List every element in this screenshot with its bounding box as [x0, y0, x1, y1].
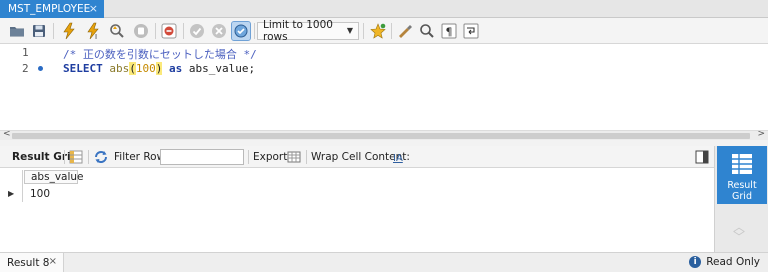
side-label-line1: Result — [727, 180, 757, 191]
grid-view-icon — [732, 154, 752, 174]
result-toolbar: Result Grid Filter Rows: Export: Wrap Ce… — [0, 146, 714, 168]
read-only-status: i Read Only — [689, 256, 760, 268]
export-icon[interactable] — [286, 149, 302, 165]
svg-text:I: I — [95, 33, 97, 40]
toolbar-separator — [155, 23, 156, 39]
line-number: 2 — [22, 62, 29, 75]
current-row-marker-icon: ▶ — [8, 189, 15, 198]
toolbar-separator — [248, 150, 249, 164]
stop-icon[interactable] — [132, 22, 150, 40]
find-icon[interactable] — [418, 22, 436, 40]
close-tab-icon[interactable]: × — [89, 2, 98, 15]
toolbar-separator — [391, 23, 392, 39]
table-cell[interactable]: 100 — [24, 187, 78, 202]
column-alias: abs_value; — [188, 62, 256, 75]
close-result-tab-icon[interactable]: × — [49, 256, 57, 267]
read-only-label: Read Only — [706, 256, 760, 268]
toolbar-separator — [254, 23, 255, 39]
result-tab-label: Result 8 — [7, 256, 50, 269]
status-bar: Result 8 × i Read Only — [0, 252, 768, 272]
info-icon: i — [689, 256, 702, 268]
side-scroll-arrows-icon[interactable]: ︿ ﹀ — [733, 221, 745, 243]
limit-rows-value: Limit to 1000 rows — [263, 19, 333, 43]
wrap-cell-toggle-icon[interactable]: IA — [392, 149, 408, 165]
svg-text:IA: IA — [393, 153, 403, 164]
tab-strip: MST_EMPLOYEE × — [0, 0, 768, 18]
refresh-icon[interactable] — [93, 149, 109, 165]
wrap-icon[interactable] — [462, 22, 480, 40]
toolbar-separator — [183, 23, 184, 39]
toolbar-separator — [64, 150, 65, 164]
toggle-error-icon[interactable] — [160, 22, 178, 40]
row-header-divider — [22, 170, 23, 202]
function-name: abs — [109, 62, 130, 75]
limit-rows-select[interactable]: Limit to 1000 rows ▼ — [257, 19, 359, 43]
line-gutter: 1 2 — [0, 44, 52, 130]
sql-editor[interactable]: 1 2 /* 正の数を引数にセットした場合 */ SELECT abs(100)… — [0, 44, 768, 130]
scrollbar-thumb[interactable] — [12, 133, 750, 139]
statement-marker-icon — [38, 66, 43, 71]
invisible-chars-icon[interactable]: ¶ — [440, 22, 458, 40]
code-line-select: SELECT abs(100) as abs_value; — [63, 62, 255, 75]
open-folder-icon[interactable] — [8, 22, 26, 40]
result-grid[interactable]: abs_value ▶ 100 — [0, 168, 714, 252]
result-side-panel: Result Grid ︿ ﹀ — [714, 146, 768, 252]
tab-title: MST_EMPLOYEE — [8, 3, 91, 15]
paren-close: ) — [155, 62, 163, 75]
chevron-down-icon: ▼ — [346, 26, 353, 35]
scroll-right-icon[interactable]: > — [757, 129, 765, 139]
result-tab[interactable]: Result 8 × — [0, 253, 64, 272]
bookmark-icon[interactable] — [369, 22, 387, 40]
keyword-as: as — [169, 62, 183, 75]
execute-icon[interactable] — [60, 22, 78, 40]
toolbar-separator — [53, 23, 54, 39]
beautify-icon[interactable] — [396, 22, 414, 40]
paren-open: ( — [129, 62, 136, 75]
side-label-line2: Grid — [732, 191, 752, 202]
explain-icon[interactable] — [108, 22, 126, 40]
scroll-left-icon[interactable]: < — [3, 129, 11, 139]
execute-statement-icon[interactable]: I — [84, 22, 102, 40]
toolbar-separator — [363, 23, 364, 39]
tab-mst-employee[interactable]: MST_EMPLOYEE × — [0, 0, 104, 18]
line-number: 1 — [22, 46, 29, 59]
editor-toolbar: I Limit to 1000 rows ▼ ¶ — [0, 18, 768, 44]
rollback-icon[interactable] — [210, 22, 228, 40]
toggle-panel-icon[interactable] — [694, 149, 710, 165]
filter-rows-input[interactable] — [160, 149, 244, 165]
sql-editor-window: MST_EMPLOYEE × I Limit to 1000 rows ▼ ¶ … — [0, 0, 768, 272]
grid-layout-icon[interactable] — [68, 149, 84, 165]
toolbar-separator — [306, 150, 307, 164]
code-line-comment: /* 正の数を引数にセットした場合 */ — [63, 48, 257, 61]
save-icon[interactable] — [30, 22, 48, 40]
result-grid-view-button[interactable]: Result Grid — [717, 146, 767, 204]
svg-text:¶: ¶ — [446, 26, 453, 39]
autocommit-icon[interactable] — [231, 21, 251, 41]
toolbar-separator — [88, 150, 89, 164]
commit-icon[interactable] — [188, 22, 206, 40]
numeric-argument: 100 — [135, 62, 156, 75]
editor-horizontal-scrollbar[interactable]: < > — [0, 129, 768, 140]
keyword-select: SELECT — [63, 62, 103, 75]
column-header[interactable]: abs_value — [24, 170, 84, 184]
